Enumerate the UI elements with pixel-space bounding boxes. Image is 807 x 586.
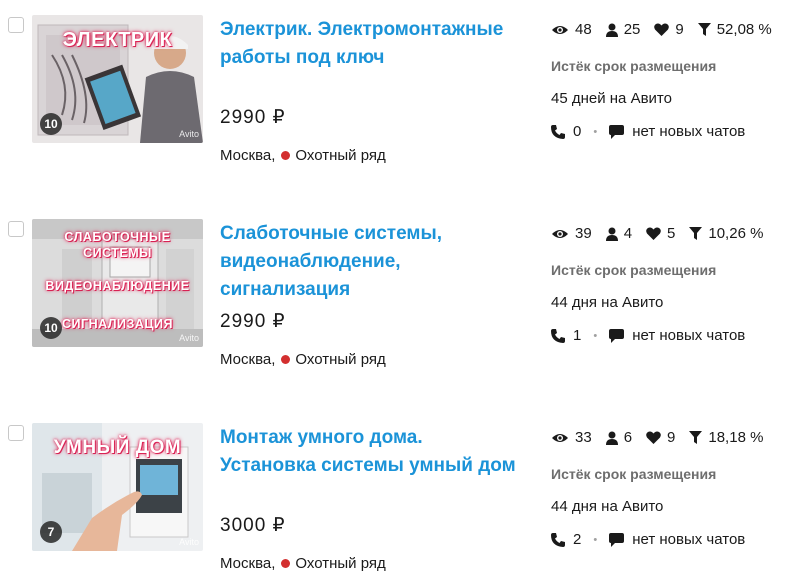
listing-location: Москва, Охотный ряд: [220, 147, 386, 164]
listing-price: 2990 ₽: [220, 107, 286, 128]
chats-status[interactable]: нет новых чатов: [632, 327, 745, 344]
conversion-stat: 10,26 %: [689, 225, 763, 242]
separator-dot: •: [593, 125, 598, 138]
eye-icon: [552, 433, 568, 442]
contacts-count: 4: [623, 225, 633, 242]
listing-title[interactable]: Слаботочные системы, видеонаблюдение, си…: [220, 220, 520, 304]
avito-watermark: Avito: [179, 129, 199, 139]
listing-thumbnail[interactable]: СЛАБОТОЧНЫЕ СИСТЕМЫ ВИДЕОНАБЛЮДЕНИЕ СИГН…: [32, 219, 203, 347]
heart-icon: [646, 227, 661, 240]
views-count: 33: [575, 429, 592, 446]
chat-bubble-icon: [609, 124, 625, 139]
listing-item: ЭЛЕКТРИК 10 Avito Электрик. Электромонта…: [0, 0, 807, 180]
metro-line-dot: [281, 151, 291, 160]
chats-status[interactable]: нет новых чатов: [632, 531, 745, 548]
city-name: Москва,: [220, 351, 276, 368]
conversion-stat: 52,08 %: [697, 21, 772, 38]
favorites-stat: 9: [654, 21, 684, 38]
metro-station: Охотный ряд: [295, 555, 386, 572]
select-checkbox[interactable]: [8, 425, 24, 441]
chats-status[interactable]: нет новых чатов: [632, 123, 745, 140]
metro-line-dot: [281, 355, 291, 364]
listing-title[interactable]: Электрик. Электромонтажные работы под кл…: [220, 16, 520, 72]
city-name: Москва,: [220, 555, 276, 572]
chat-bubble-icon: [609, 532, 625, 547]
conversion-value: 10,26 %: [708, 225, 764, 242]
metro-line-dot: [281, 559, 291, 568]
listing-price: 3000 ₽: [220, 515, 286, 536]
listing-status: Истёк срок размещения: [551, 58, 717, 74]
contacts-count: 25: [623, 21, 641, 38]
listing-price: 2990 ₽: [220, 311, 286, 332]
listing-location: Москва, Охотный ряд: [220, 555, 386, 572]
conversion-value: 18,18 %: [708, 429, 764, 446]
calls-count: 2: [573, 531, 582, 548]
separator-dot: •: [593, 329, 598, 342]
listing-stats: 33 6 9 18,18 %: [551, 429, 777, 446]
listing-list: ЭЛЕКТРИК 10 Avito Электрик. Электромонта…: [0, 0, 807, 586]
listing-stats: 48 25 9 52,08 %: [551, 21, 786, 38]
listing-contacts: 0 • нет новых чатов: [551, 123, 745, 140]
views-stat: 39: [551, 225, 592, 242]
avito-watermark: Avito: [179, 333, 199, 343]
metro-station: Охотный ряд: [295, 147, 386, 164]
funnel-icon: [697, 23, 711, 36]
conversion-value: 52,08 %: [716, 21, 772, 38]
listing-age: 45 дней на Авито: [551, 90, 672, 107]
heart-icon: [654, 23, 670, 36]
separator-dot: •: [593, 533, 598, 546]
select-checkbox[interactable]: [8, 221, 24, 237]
views-count: 48: [575, 21, 592, 38]
avito-watermark: Avito: [179, 537, 199, 547]
favorites-count: 5: [667, 225, 676, 242]
favorites-stat: 9: [646, 429, 675, 446]
listing-item: СЛАБОТОЧНЫЕ СИСТЕМЫ ВИДЕОНАБЛЮДЕНИЕ СИГН…: [0, 204, 807, 384]
funnel-icon: [689, 227, 703, 240]
person-icon: [605, 23, 618, 37]
listing-age: 44 дня на Авито: [551, 498, 664, 515]
contacts-stat: 4: [605, 225, 633, 242]
person-icon: [605, 227, 618, 241]
listing-contacts: 2 • нет новых чатов: [551, 531, 745, 548]
funnel-icon: [689, 431, 703, 444]
views-count: 39: [575, 225, 592, 242]
phone-icon: [551, 532, 565, 547]
calls-count: 0: [573, 123, 582, 140]
person-icon: [605, 431, 618, 445]
listing-status: Истёк срок размещения: [551, 466, 717, 482]
metro-station: Охотный ряд: [295, 351, 386, 368]
listing-item: УМНЫЙ ДОМ 7 Avito Монтаж умного дома. Ус…: [0, 408, 807, 586]
listing-status: Истёк срок размещения: [551, 262, 717, 278]
photo-count-badge: 10: [40, 317, 62, 339]
city-name: Москва,: [220, 147, 276, 164]
contacts-stat: 6: [605, 429, 633, 446]
contacts-stat: 25: [605, 21, 641, 38]
contacts-count: 6: [623, 429, 633, 446]
calls-count: 1: [573, 327, 582, 344]
photo-count-badge: 7: [40, 521, 62, 543]
listing-age: 44 дня на Авито: [551, 294, 664, 311]
select-checkbox[interactable]: [8, 17, 24, 33]
chat-bubble-icon: [609, 328, 625, 343]
phone-icon: [551, 328, 565, 343]
listing-stats: 39 4 5 10,26 %: [551, 225, 777, 242]
listing-thumbnail[interactable]: УМНЫЙ ДОМ 7 Avito: [32, 423, 203, 551]
views-stat: 33: [551, 429, 592, 446]
eye-icon: [552, 229, 568, 238]
photo-count-badge: 10: [40, 113, 62, 135]
favorites-stat: 5: [646, 225, 675, 242]
favorites-count: 9: [667, 429, 676, 446]
conversion-stat: 18,18 %: [689, 429, 763, 446]
eye-icon: [552, 25, 568, 34]
listing-title[interactable]: Монтаж умного дома. Установка системы ум…: [220, 424, 520, 480]
listing-contacts: 1 • нет новых чатов: [551, 327, 745, 344]
favorites-count: 9: [675, 21, 684, 38]
listing-location: Москва, Охотный ряд: [220, 351, 386, 368]
listing-thumbnail[interactable]: ЭЛЕКТРИК 10 Avito: [32, 15, 203, 143]
phone-icon: [551, 124, 565, 139]
heart-icon: [646, 431, 661, 444]
views-stat: 48: [551, 21, 592, 38]
